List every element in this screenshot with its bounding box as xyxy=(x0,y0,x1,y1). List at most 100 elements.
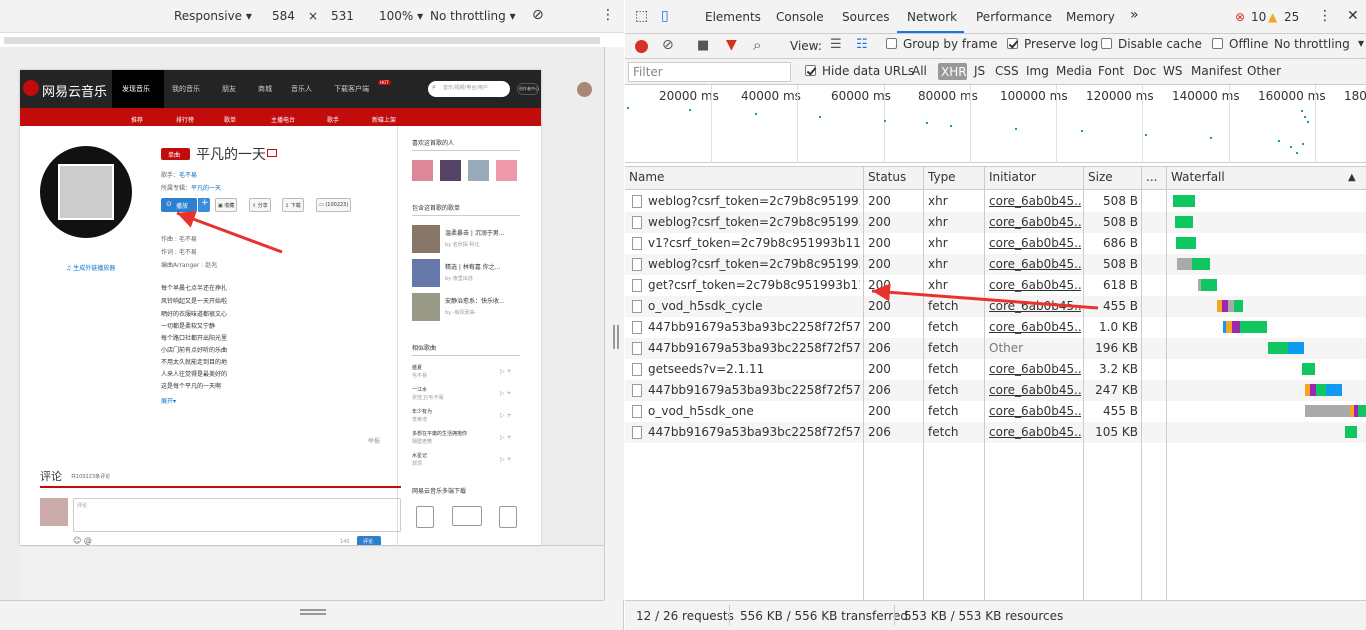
similar-song-actions[interactable]: ▷ + xyxy=(500,390,512,397)
similar-song-title[interactable]: 盛夏 xyxy=(412,364,422,371)
similar-song-artist[interactable]: 张佳卫/毛不易 xyxy=(412,394,444,401)
device-toolbar-icon[interactable]: ▯ xyxy=(661,8,669,24)
playlist-author[interactable]: by 名侦探·柯北 xyxy=(445,241,479,248)
playlist-title[interactable]: 温柔暴击 | 沉溺于男... xyxy=(445,228,505,237)
comments-button[interactable]: ▭ (100223) xyxy=(316,198,352,212)
filter-type-xhr[interactable]: XHR xyxy=(941,65,967,79)
liker-avatar[interactable] xyxy=(412,160,433,181)
throttle-select[interactable]: No throttling ▾ xyxy=(430,9,516,23)
similar-song-actions[interactable]: ▷ + xyxy=(500,368,512,375)
playlist-cover[interactable] xyxy=(412,293,440,321)
more-tabs-icon[interactable]: » xyxy=(1130,7,1139,23)
playlist-title[interactable]: 精选 | 林宥嘉 你之... xyxy=(445,262,500,271)
sort-ascending-icon[interactable]: ▲ xyxy=(1348,172,1356,183)
similar-song-actions[interactable]: ▷ + xyxy=(500,456,512,463)
column-time[interactable]: ... xyxy=(1146,170,1157,184)
column-initiator[interactable]: Initiator xyxy=(989,170,1036,184)
album-link[interactable]: 平凡的一天 xyxy=(191,185,221,192)
subnav-radio[interactable]: 主播电台 xyxy=(271,115,295,124)
filter-type-font[interactable]: Font xyxy=(1098,64,1124,78)
tab-performance[interactable]: Performance xyxy=(976,10,1052,24)
collect-button[interactable]: ▣ 收藏 xyxy=(215,198,238,212)
record-icon[interactable] xyxy=(635,40,648,53)
site-logo-text[interactable]: 网易云音乐 xyxy=(42,81,107,100)
request-initiator[interactable]: core_6ab0b45... xyxy=(989,236,1081,250)
filter-type-doc[interactable]: Doc xyxy=(1133,64,1156,78)
request-initiator[interactable]: core_6ab0b45... xyxy=(989,362,1081,376)
group-by-frame-checkbox[interactable] xyxy=(886,38,897,49)
subnav-new-albums[interactable]: 新碟上架 xyxy=(372,115,396,124)
request-initiator[interactable]: core_6ab0b45... xyxy=(989,257,1081,271)
error-icon[interactable]: ⊗ xyxy=(1235,10,1245,24)
emoji-icon[interactable]: ☺ @ xyxy=(73,536,92,545)
request-initiator[interactable]: core_6ab0b45... xyxy=(989,215,1081,229)
inspect-element-icon[interactable]: ⬚ xyxy=(635,8,648,24)
column-waterfall[interactable]: Waterfall xyxy=(1171,170,1225,184)
subnav-charts[interactable]: 排行榜 xyxy=(176,115,194,124)
site-user-avatar[interactable] xyxy=(577,82,592,97)
column-name[interactable]: Name xyxy=(629,170,664,184)
share-button[interactable]: ⇪ 分享 xyxy=(249,198,271,212)
list-view-icon[interactable]: ☰ xyxy=(830,37,842,52)
warning-count[interactable]: 25 xyxy=(1284,10,1299,24)
filter-type-media[interactable]: Media xyxy=(1056,64,1092,78)
desktop-icon[interactable] xyxy=(452,506,482,526)
resize-handle-bottom[interactable] xyxy=(0,600,604,630)
close-devtools-icon[interactable]: ✕ xyxy=(1347,8,1359,24)
tab-memory[interactable]: Memory xyxy=(1066,10,1115,24)
similar-song-actions[interactable]: ▷ + xyxy=(500,434,512,441)
report-link[interactable]: 举报 xyxy=(368,436,380,445)
devtools-menu-icon[interactable]: ⋮ xyxy=(1318,8,1332,24)
tab-network[interactable]: Network xyxy=(907,10,957,24)
resize-handle-right[interactable] xyxy=(604,47,624,600)
zoom-select[interactable]: 100% ▾ xyxy=(379,9,423,23)
external-player-link[interactable]: ♫ 生成外链播放器 xyxy=(66,263,115,272)
playlist-cover[interactable] xyxy=(412,259,440,287)
singer-link[interactable]: 毛不易 xyxy=(179,172,197,179)
similar-song-title[interactable]: 水星记 xyxy=(412,452,427,459)
similar-song-title[interactable]: 年少有为 xyxy=(412,408,432,415)
request-initiator[interactable]: core_6ab0b45... xyxy=(989,383,1081,397)
offline-checkbox[interactable] xyxy=(1212,38,1223,49)
nav-musician[interactable]: 音乐人 xyxy=(291,84,312,94)
request-initiator[interactable]: core_6ab0b45... xyxy=(989,404,1081,418)
nav-mall[interactable]: 商城 xyxy=(258,84,272,94)
network-overview[interactable] xyxy=(625,85,1366,163)
device-height-input[interactable]: 531 xyxy=(331,9,354,23)
playlist-cover[interactable] xyxy=(412,225,440,253)
similar-song-artist[interactable]: 李荣浩 xyxy=(412,416,427,423)
throttle-chevron-icon[interactable]: ▾ xyxy=(1358,36,1364,50)
nav-discover[interactable]: 发现音乐 xyxy=(122,84,150,94)
filter-type-css[interactable]: CSS xyxy=(995,64,1019,78)
download-button[interactable]: ⇩ 下载 xyxy=(282,198,304,212)
rotate-icon[interactable]: ⊘ xyxy=(532,7,544,23)
clear-icon[interactable]: ⊘ xyxy=(662,37,674,53)
subnav-recommend[interactable]: 推荐 xyxy=(131,115,143,124)
tab-elements[interactable]: Elements xyxy=(705,10,761,24)
preserve-log-checkbox[interactable] xyxy=(1007,38,1018,49)
network-throttle-select[interactable]: No throttling xyxy=(1274,37,1350,51)
similar-song-title[interactable]: 多想在平庸的生活拥抱你 xyxy=(412,430,467,437)
similar-song-artist[interactable]: 隔壁老樊 xyxy=(412,438,432,445)
request-initiator[interactable]: core_6ab0b45... xyxy=(989,278,1081,292)
liker-avatar[interactable] xyxy=(496,160,517,181)
error-count[interactable]: 10 xyxy=(1251,10,1266,24)
filter-type-ws[interactable]: WS xyxy=(1163,64,1182,78)
android-icon[interactable] xyxy=(499,506,517,528)
disable-cache-checkbox[interactable] xyxy=(1101,38,1112,49)
column-size[interactable]: Size xyxy=(1088,170,1113,184)
filter-type-js[interactable]: JS xyxy=(974,64,985,78)
tab-console[interactable]: Console xyxy=(776,10,824,24)
liker-avatar[interactable] xyxy=(468,160,489,181)
subnav-artists[interactable]: 歌手 xyxy=(327,115,339,124)
netease-logo-icon[interactable] xyxy=(23,80,39,96)
device-width-input[interactable]: 584 xyxy=(272,9,295,23)
liker-avatar[interactable] xyxy=(440,160,461,181)
similar-song-artist[interactable]: 郭顶 xyxy=(412,460,422,467)
more-options-icon[interactable]: ⋮ xyxy=(601,7,615,23)
filter-type-img[interactable]: Img xyxy=(1026,64,1049,78)
similar-song-artist[interactable]: 毛不易 xyxy=(412,372,427,379)
nav-friends[interactable]: 朋友 xyxy=(222,84,236,94)
screenshot-icon[interactable]: ■ xyxy=(697,38,709,53)
playlist-title[interactable]: 安静治愈系：快乐收... xyxy=(445,296,505,305)
